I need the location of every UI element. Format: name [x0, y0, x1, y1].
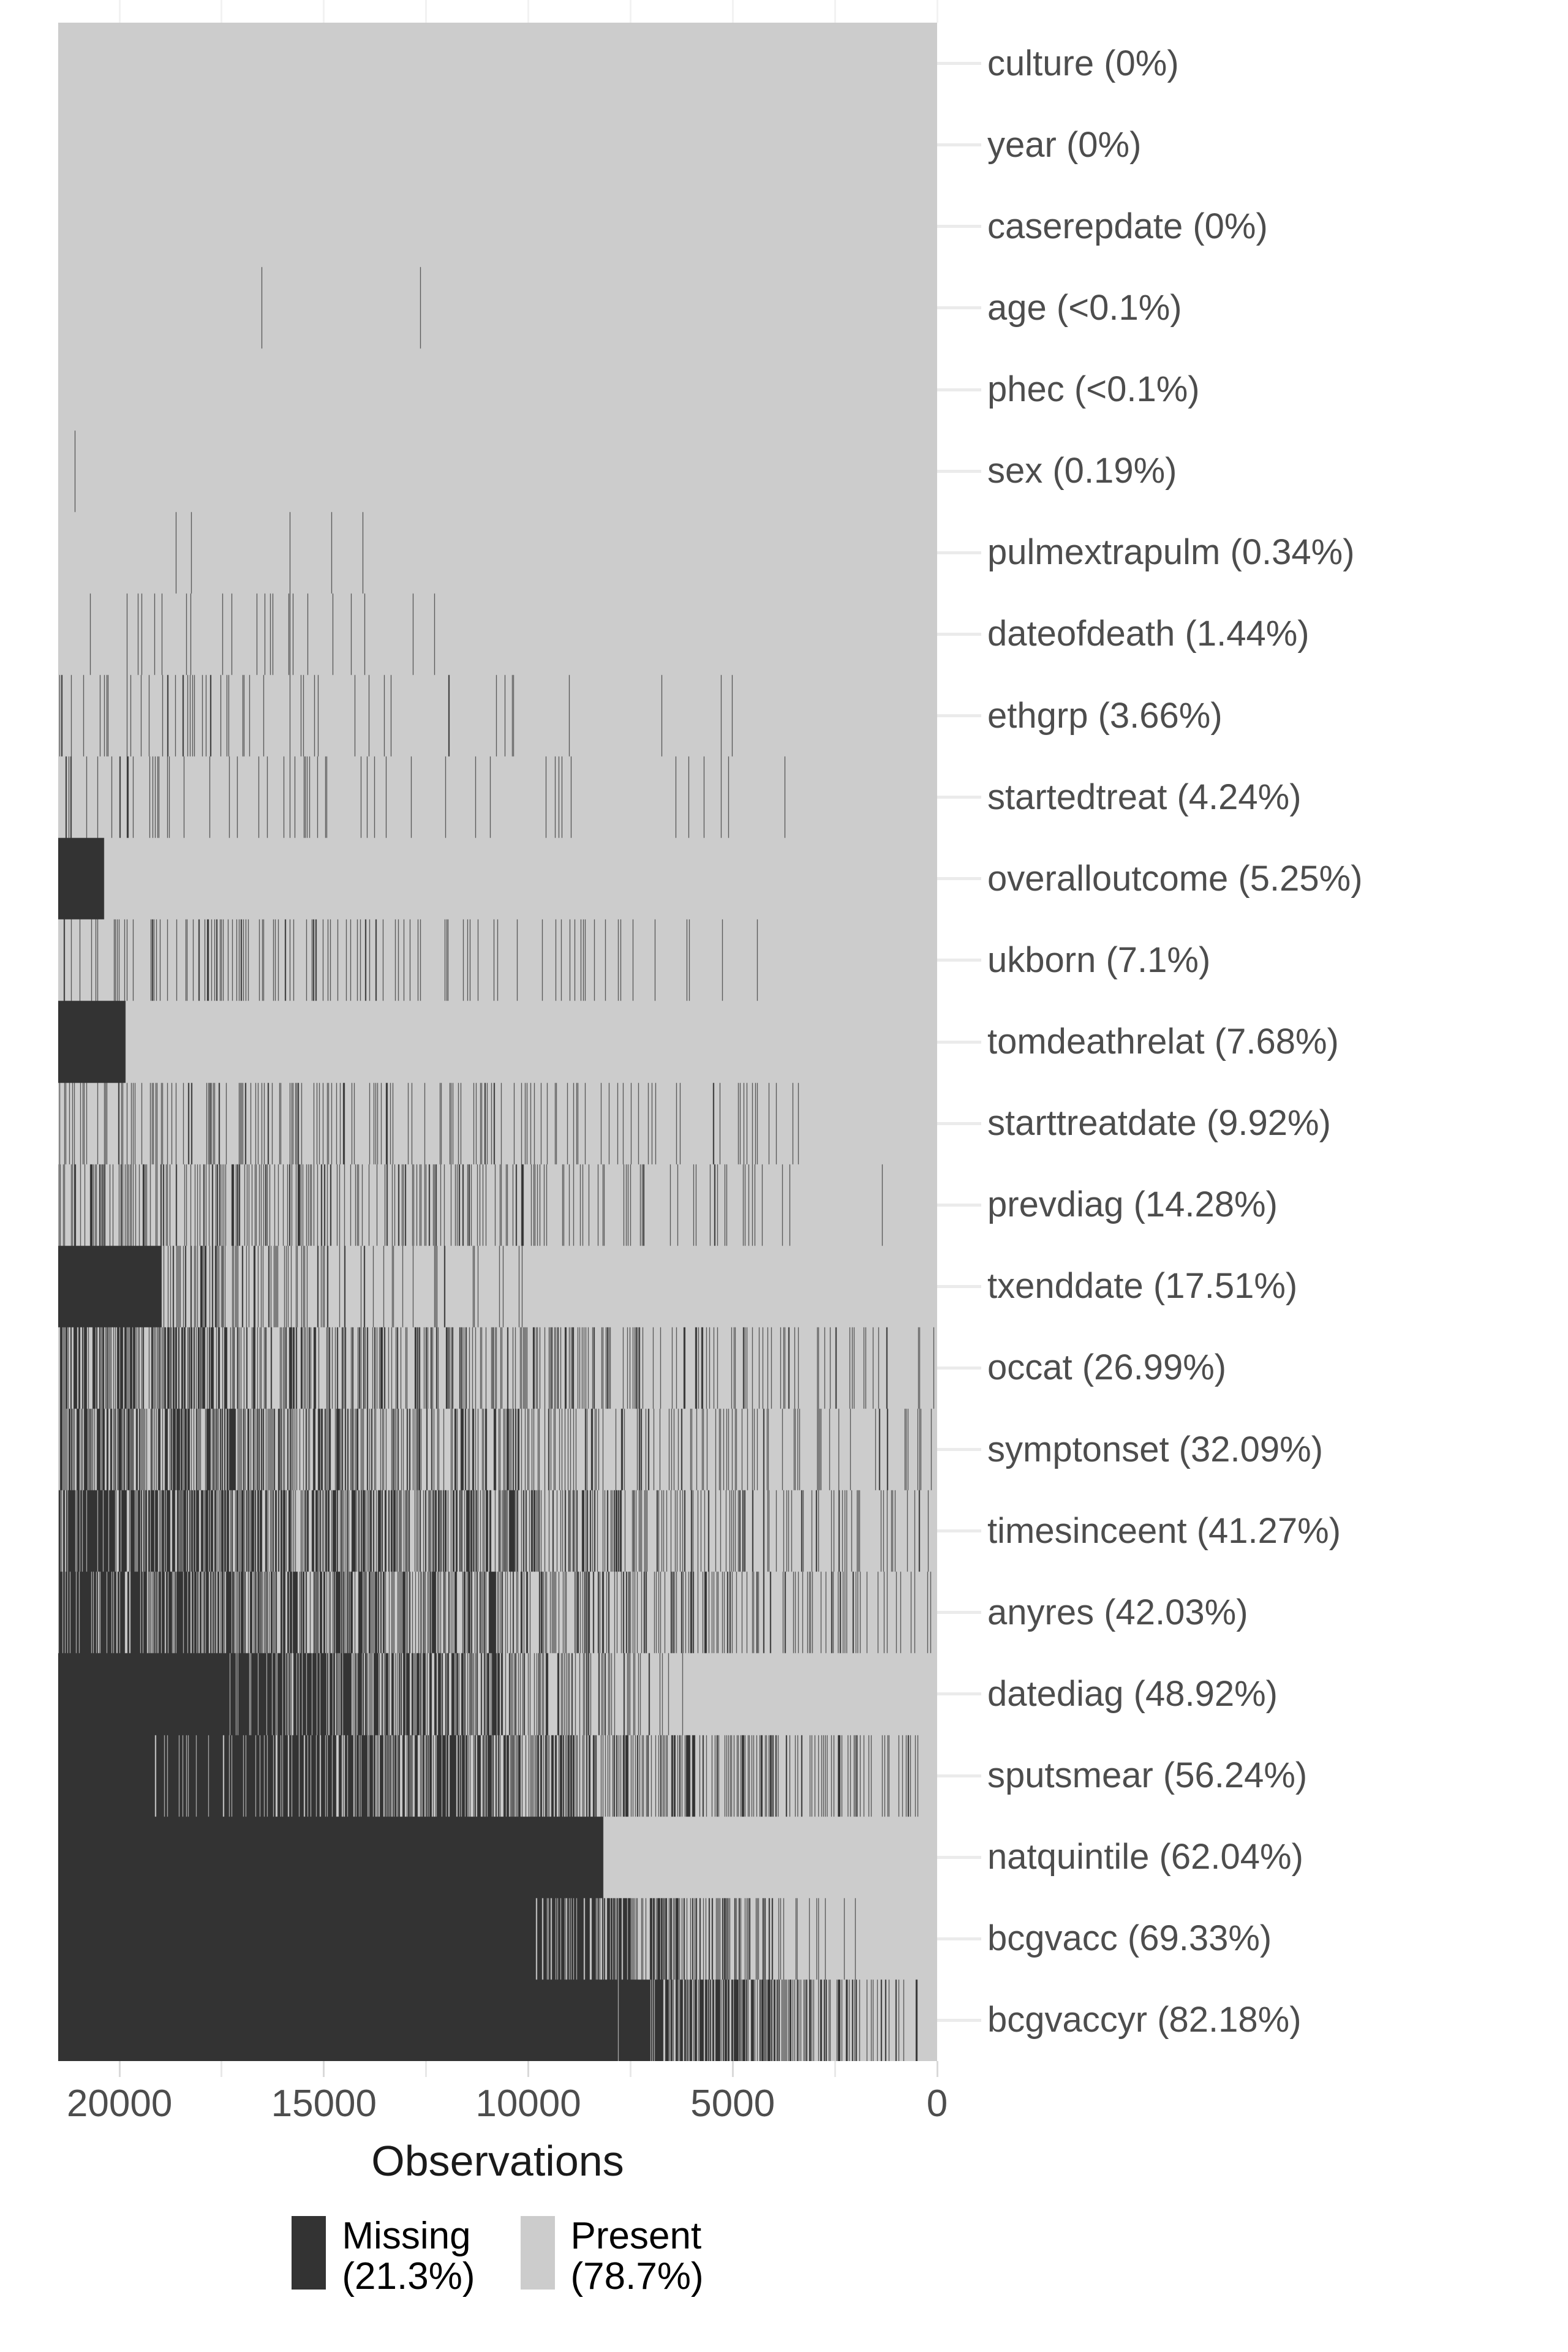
variable-label-overalloutcome: overalloutcome (5.25%) — [987, 858, 1363, 899]
legend-item-missing: Missing (21.3%) — [292, 2216, 475, 2297]
variable-axis-tick — [937, 62, 981, 66]
variable-label-prevdiag: prevdiag (14.28%) — [987, 1185, 1278, 1225]
variable-label-bcgvacc: bcgvacc (69.33%) — [987, 1918, 1272, 1959]
variable-label-pulmextrapulm: pulmextrapulm (0.34%) — [987, 532, 1355, 573]
variable-label-ethgrp: ethgrp (3.66%) — [987, 695, 1223, 736]
variable-label-starttreatdate: starttreatdate (9.92%) — [987, 1103, 1331, 1144]
gridline — [425, 0, 428, 23]
variable-axis-tick — [937, 306, 981, 310]
gridline — [731, 0, 734, 23]
gridline — [323, 0, 325, 23]
x-axis-minor-tick — [221, 2061, 223, 2077]
missingness-matrix-panel — [58, 23, 937, 2061]
legend-swatch-missing — [292, 2216, 326, 2290]
variable-label-txenddate: txenddate (17.51%) — [987, 1266, 1298, 1306]
variable-axis-tick — [937, 469, 981, 473]
variable-axis-tick — [937, 1937, 981, 1940]
variable-label-symptonset: symptonset (32.09%) — [987, 1429, 1324, 1469]
legend-present-line1: Present — [570, 2215, 702, 2257]
variable-axis-tick — [937, 1366, 981, 1370]
variable-axis-tick — [937, 1121, 981, 1125]
x-axis-tick-label: 20000 — [66, 2082, 173, 2125]
x-axis-minor-tick — [425, 2061, 428, 2077]
variable-label-startedtreat: startedtreat (4.24%) — [987, 777, 1302, 817]
variable-axis-tick — [937, 1855, 981, 1859]
variable-axis-tick — [937, 632, 981, 636]
variable-axis-tick — [937, 1284, 981, 1288]
variable-label-phec: phec (<0.1%) — [987, 369, 1200, 410]
x-axis-tick-label: 10000 — [475, 2082, 581, 2125]
variable-label-ukborn: ukborn (7.1%) — [987, 940, 1211, 980]
x-axis-tick-label: 15000 — [271, 2082, 377, 2125]
variable-axis-tick — [937, 877, 981, 881]
variable-axis-tick — [937, 225, 981, 228]
variable-axis-tick — [937, 2018, 981, 2022]
variable-label-sputsmear: sputsmear (56.24%) — [987, 1755, 1308, 1796]
legend-missing-line2: (21.3%) — [342, 2255, 475, 2297]
missingness-matrix-canvas — [58, 23, 937, 2061]
legend-label-missing: Missing (21.3%) — [342, 2216, 475, 2297]
legend-missing-line1: Missing — [342, 2215, 471, 2257]
variable-axis-tick — [937, 143, 981, 147]
variable-label-caserepdate: caserepdate (0%) — [987, 206, 1268, 246]
variable-label-timesinceent: timesinceent (41.27%) — [987, 1510, 1341, 1551]
x-axis-tick — [731, 2061, 734, 2077]
gridline — [118, 0, 121, 23]
gridline — [629, 0, 631, 23]
variable-axis-tick — [937, 388, 981, 391]
x-axis-tick — [323, 2061, 325, 2077]
variable-label-dateofdeath: dateofdeath (1.44%) — [987, 614, 1310, 654]
variable-label-sex: sex (0.19%) — [987, 451, 1177, 491]
variable-label-tomdeathrelat: tomdeathrelat (7.68%) — [987, 1022, 1339, 1061]
variable-axis-tick — [937, 1774, 981, 1777]
x-axis-tick — [118, 2061, 121, 2077]
x-axis-tick — [527, 2061, 530, 2077]
variable-label-bcgvaccyr: bcgvaccyr (82.18%) — [987, 2000, 1302, 2040]
x-axis-minor-tick — [834, 2061, 836, 2077]
variable-axis-tick — [937, 551, 981, 554]
variable-axis-tick — [937, 1448, 981, 1452]
x-axis-tick-label: 5000 — [690, 2082, 775, 2125]
variable-label-natquintile: natquintile (62.04%) — [987, 1837, 1303, 1877]
variable-axis-tick — [937, 1040, 981, 1044]
variable-label-anyres: anyres (42.03%) — [987, 1592, 1248, 1632]
gridline — [936, 0, 938, 23]
variable-axis-tick — [937, 796, 981, 799]
legend-present-line2: (78.7%) — [570, 2255, 704, 2297]
legend-label-present: Present (78.7%) — [571, 2216, 704, 2297]
variable-label-year: year (0%) — [987, 124, 1142, 165]
variable-axis-tick — [937, 1611, 981, 1615]
gridline — [527, 0, 530, 23]
x-axis-title: Observations — [371, 2137, 624, 2185]
variable-axis-tick — [937, 1529, 981, 1533]
x-axis-minor-tick — [629, 2061, 631, 2077]
gridline — [221, 0, 223, 23]
gridline — [834, 0, 836, 23]
x-axis-tick-label: 0 — [926, 2082, 948, 2125]
variable-label-datediag: datediag (48.92%) — [987, 1673, 1278, 1714]
variable-axis-tick — [937, 1203, 981, 1207]
variable-label-age: age (<0.1%) — [987, 287, 1182, 328]
legend-item-present: Present (78.7%) — [520, 2216, 704, 2297]
legend: Missing (21.3%) Present (78.7%) — [0, 2216, 995, 2297]
x-axis-tick — [936, 2061, 938, 2077]
variable-label-culture: culture (0%) — [987, 43, 1179, 83]
variable-axis-tick — [937, 1692, 981, 1696]
missing-data-plot: culture (0%) year (0%) caserepdate (0%) age… — [0, 0, 1568, 2352]
variable-axis-tick — [937, 714, 981, 718]
variable-axis-tick — [937, 959, 981, 962]
legend-swatch-present — [520, 2216, 555, 2290]
variable-label-occat: occat (26.99%) — [987, 1348, 1227, 1388]
